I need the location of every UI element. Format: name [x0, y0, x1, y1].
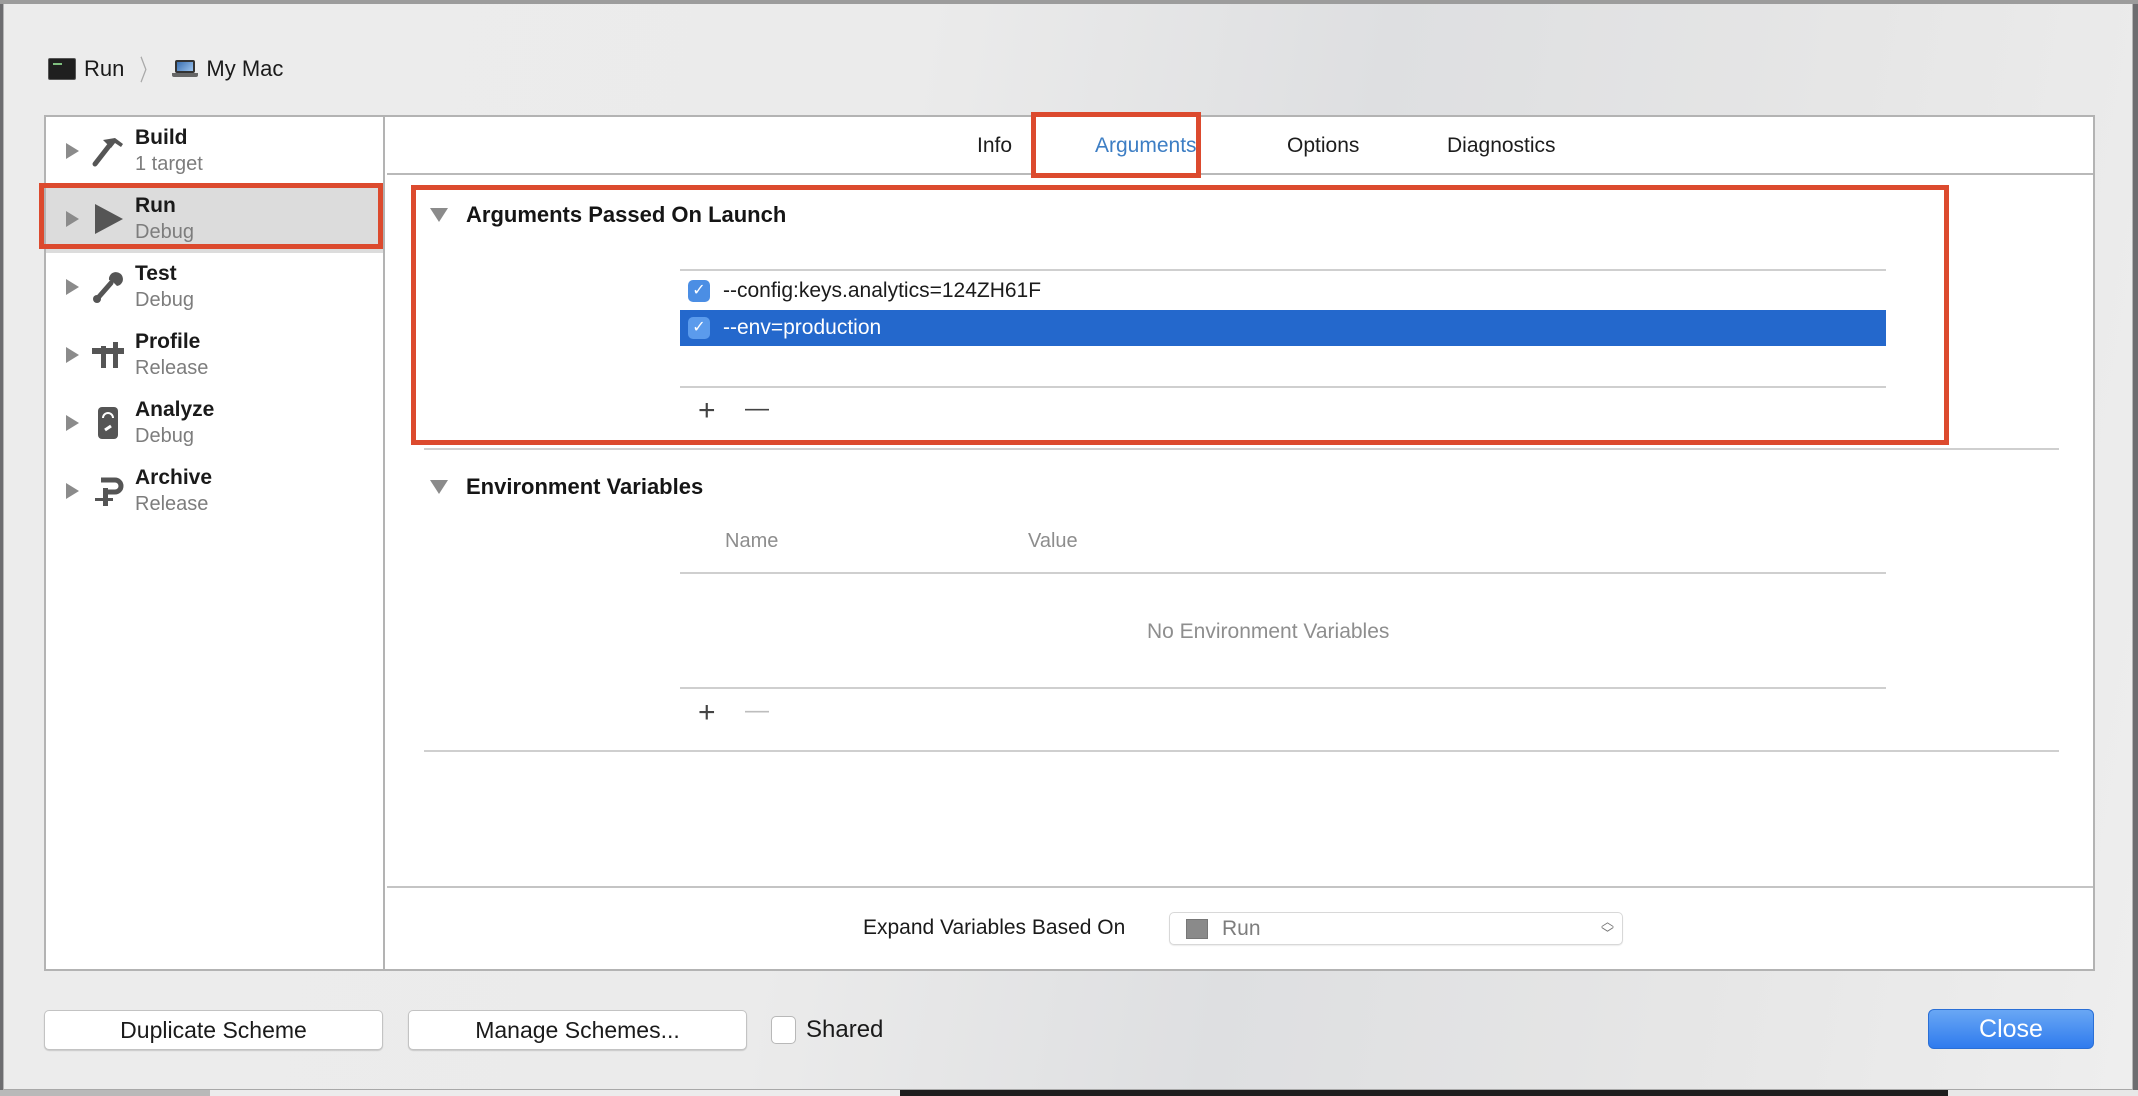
sidebar-item-title: Test	[135, 262, 177, 285]
sidebar-item-title: Profile	[135, 330, 201, 353]
expand-variables-value: Run	[1222, 916, 1261, 940]
disclosure-triangle-icon[interactable]	[66, 279, 79, 295]
scheme-editor-frame: Build 1 target Run Debug Test Debug Prof…	[44, 115, 2095, 971]
sidebar-item-title: Analyze	[135, 398, 215, 421]
background-area	[0, 1090, 210, 1096]
list-bottom-border	[680, 386, 1886, 388]
sidebar-item-subtitle: Release	[135, 493, 209, 515]
list-top-border	[680, 269, 1886, 271]
disclosure-triangle-icon[interactable]	[66, 347, 79, 363]
updown-chevron-icon: ︿ ﹀	[1600, 914, 1614, 941]
sidebar-item-profile[interactable]: Profile Release	[46, 321, 383, 389]
disclosure-triangle-icon[interactable]	[66, 483, 79, 499]
sidebar-item-subtitle: Debug	[135, 221, 194, 243]
tab-diagnostics[interactable]: Diagnostics	[1447, 131, 1556, 161]
sidebar-item-archive[interactable]: Archive Release	[46, 457, 383, 525]
terminal-icon	[48, 58, 76, 80]
breadcrumb-scheme[interactable]: Run	[84, 56, 124, 82]
disclosure-triangle-icon[interactable]	[66, 211, 79, 227]
empty-state-text: No Environment Variables	[1147, 620, 1390, 643]
argument-row-selected[interactable]: ✓ --env=production	[680, 310, 1886, 346]
sidebar-item-subtitle: 1 target	[135, 153, 203, 175]
close-button[interactable]: Close	[1928, 1009, 2094, 1049]
argument-checkbox[interactable]: ✓	[688, 280, 710, 302]
duplicate-scheme-button[interactable]: Duplicate Scheme	[44, 1010, 383, 1050]
column-header-value[interactable]: Value	[1028, 530, 1078, 553]
tab-bar: Info Arguments Options Diagnostics	[387, 117, 2093, 175]
terminal-icon	[1186, 918, 1208, 939]
sidebar-item-subtitle: Release	[135, 357, 209, 379]
remove-argument-button[interactable]: —	[745, 394, 769, 424]
section-divider	[424, 750, 2059, 752]
disclosure-triangle-down-icon[interactable]	[430, 208, 448, 222]
shared-checkbox-control[interactable]: Shared	[771, 1016, 883, 1044]
expand-variables-popup[interactable]: Run ︿ ﹀	[1169, 912, 1623, 945]
background-area	[1948, 1090, 2138, 1096]
sidebar-item-build[interactable]: Build 1 target	[46, 117, 383, 185]
env-section-title: Environment Variables	[466, 474, 704, 499]
scheme-detail-panel: Info Arguments Options Diagnostics Argum…	[387, 117, 2093, 969]
sidebar-item-test[interactable]: Test Debug	[46, 253, 383, 321]
manage-schemes-button[interactable]: Manage Schemes...	[408, 1010, 747, 1050]
caliper-icon	[89, 336, 127, 374]
disclosure-triangle-icon[interactable]	[66, 415, 79, 431]
laptop-icon	[172, 60, 199, 78]
argument-checkbox[interactable]: ✓	[688, 317, 710, 339]
tab-info[interactable]: Info	[977, 131, 1012, 161]
expand-variables-label: Expand Variables Based On	[863, 916, 1126, 939]
hammer-icon	[89, 132, 127, 170]
arguments-section-header[interactable]: Arguments Passed On Launch	[430, 202, 786, 228]
scheme-editor-sheet: Run 〉 My Mac Build 1 target Run Debug Te…	[3, 4, 2133, 1090]
env-section-header[interactable]: Environment Variables	[430, 474, 703, 500]
list-top-border	[680, 572, 1886, 574]
background-area	[210, 1090, 900, 1096]
shared-label: Shared	[806, 1016, 884, 1043]
tab-options[interactable]: Options	[1287, 131, 1359, 161]
scheme-actions-sidebar: Build 1 target Run Debug Test Debug Prof…	[46, 117, 385, 969]
argument-value[interactable]: --env=production	[723, 316, 881, 340]
add-argument-button[interactable]: +	[698, 396, 716, 426]
section-divider	[424, 448, 2059, 450]
background-terminal	[900, 1090, 1948, 1096]
sidebar-item-title: Archive	[135, 466, 213, 489]
shared-checkbox[interactable]	[771, 1016, 796, 1044]
sidebar-item-subtitle: Debug	[135, 425, 194, 447]
tab-arguments[interactable]: Arguments	[1095, 131, 1197, 161]
list-bottom-border	[680, 687, 1886, 689]
wrench-icon	[89, 268, 127, 306]
remove-env-variable-button: —	[745, 697, 769, 724]
play-icon	[89, 200, 127, 238]
breadcrumb: Run 〉 My Mac	[48, 54, 283, 86]
disclosure-triangle-down-icon[interactable]	[430, 480, 448, 494]
chevron-right-icon: 〉	[139, 55, 157, 86]
panel-bottom-divider	[387, 886, 2093, 888]
argument-value[interactable]: --config:keys.analytics=124ZH61F	[723, 279, 1041, 303]
argument-row[interactable]: ✓ --config:keys.analytics=124ZH61F	[680, 273, 1886, 309]
sidebar-item-subtitle: Debug	[135, 289, 194, 311]
analyze-icon	[89, 404, 127, 442]
add-env-variable-button[interactable]: +	[698, 698, 716, 728]
disclosure-triangle-icon[interactable]	[66, 143, 79, 159]
arguments-section-title: Arguments Passed On Launch	[466, 202, 787, 227]
sidebar-item-title: Build	[135, 126, 188, 149]
sidebar-item-analyze[interactable]: Analyze Debug	[46, 389, 383, 457]
column-header-name[interactable]: Name	[725, 530, 778, 553]
sidebar-item-run[interactable]: Run Debug	[46, 185, 383, 253]
breadcrumb-destination[interactable]: My Mac	[206, 56, 283, 82]
clamp-icon	[89, 472, 127, 510]
sidebar-item-title: Run	[135, 194, 176, 217]
